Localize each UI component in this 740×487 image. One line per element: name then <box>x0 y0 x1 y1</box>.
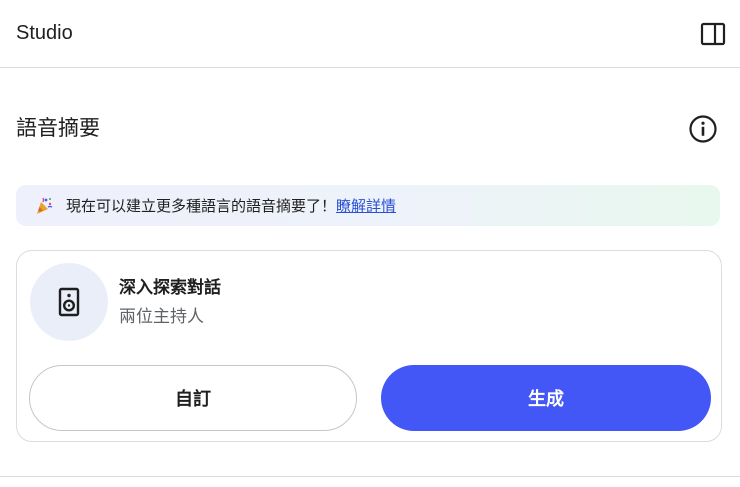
bottom-divider <box>0 476 740 477</box>
language-banner: 現在可以建立更多種語言的語音摘要了！ 瞭解詳情 <box>16 185 720 226</box>
banner-text: 現在可以建立更多種語言的語音摘要了！ <box>66 196 337 215</box>
audio-overview-card: 深入探索對話 兩位主持人 自訂 生成 <box>16 250 722 442</box>
panel-toggle-icon <box>700 22 726 46</box>
audio-overview-title: 語音摘要 <box>16 116 100 140</box>
party-popper-icon <box>34 196 54 216</box>
customize-button[interactable]: 自訂 <box>29 365 357 431</box>
card-title: 深入探索對話 <box>119 278 221 298</box>
collapse-panel-button[interactable] <box>698 19 728 49</box>
learn-more-link[interactable]: 瞭解詳情 <box>336 196 396 216</box>
generate-button[interactable]: 生成 <box>381 365 711 431</box>
card-subtitle: 兩位主持人 <box>119 307 204 327</box>
card-avatar <box>30 263 108 341</box>
speaker-icon <box>58 287 80 317</box>
info-icon <box>689 115 717 143</box>
studio-title: Studio <box>16 22 73 44</box>
info-button[interactable] <box>688 114 718 144</box>
studio-header: Studio <box>0 0 740 68</box>
